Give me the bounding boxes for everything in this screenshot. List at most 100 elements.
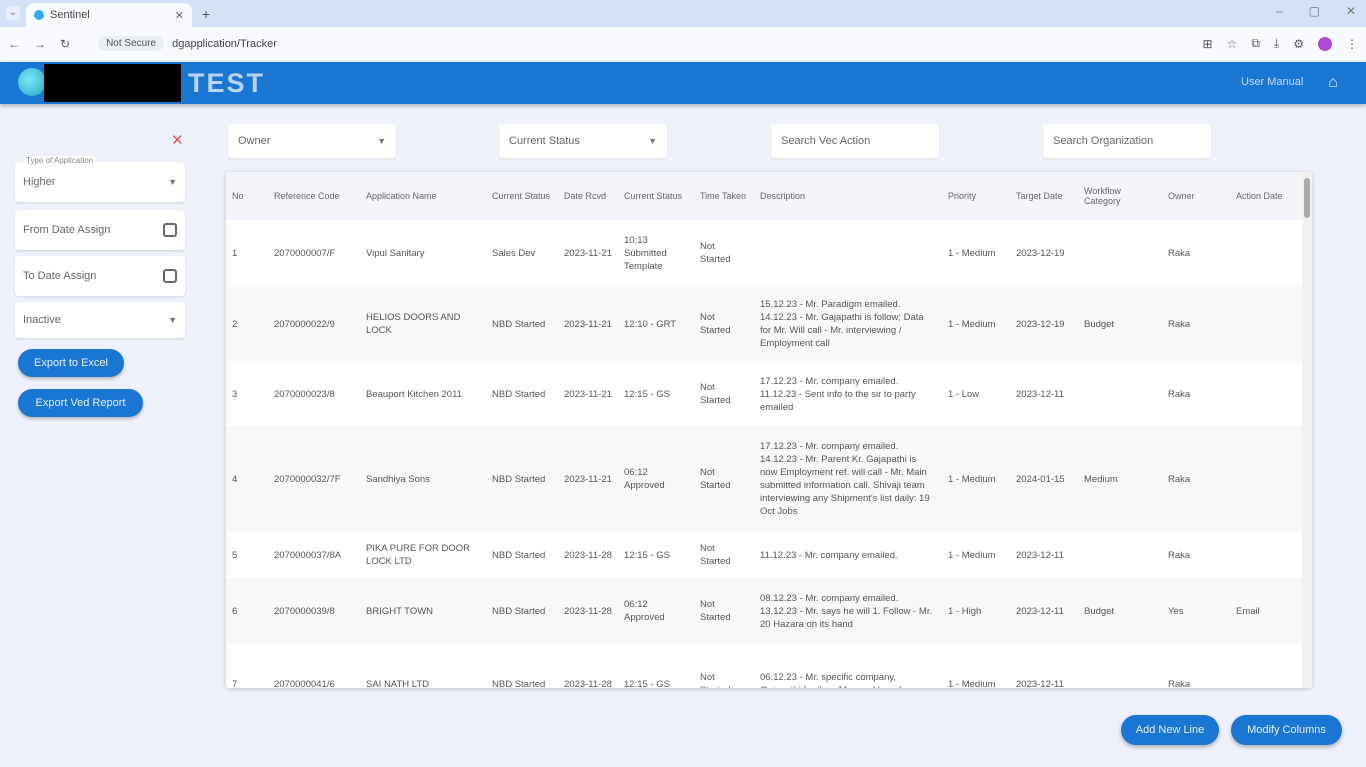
translate-icon[interactable]: ⊞ [1203,37,1213,51]
reload-icon[interactable]: ↻ [60,37,70,51]
col-header[interactable]: Target Date [1010,172,1078,220]
forward-icon[interactable]: → [34,37,46,51]
table-cell-rcvd: 2023-11-21 [564,473,612,485]
col-header[interactable]: Current Status [618,172,694,220]
table-cell-priority: 1 - Medium [948,318,996,330]
home-icon[interactable]: ⌂ [1324,74,1342,92]
table-body: 1 2070000007/F Vipul Sanitary Sales Dev 2023… [226,220,1302,688]
table-cell-name: Vipul Sanitary [366,247,425,259]
table-row[interactable]: 5 2070000037/8A PIKA PURE FOR DOOR LOCK LT… [226,532,1302,578]
table-cell-name: Beauport Kitchen 2011 [366,388,462,400]
add-line-button[interactable]: Add New Line [1121,715,1219,745]
table-cell-time: Not Started [700,672,731,688]
table-cell-no: 5 [232,549,238,561]
to-date-label: To Date Assign [23,270,97,282]
maximize-button[interactable]: ▢ [1309,4,1320,18]
table-cell-owner: Raka [1168,318,1191,330]
data-table: No Reference Code Application Name Curre… [226,172,1312,688]
table-cell-name: Sandhiya Sons [366,473,430,485]
scrollbar-thumb[interactable] [1304,178,1310,218]
table-cell-adate [1230,362,1302,426]
col-header[interactable]: Priority [942,172,1010,220]
table-row[interactable]: 7 2070000041/6 SAI NATH LTD NBD Started 2023… [226,644,1302,688]
action-search-input[interactable]: Search Vec Action [771,124,939,158]
table-cell-owner: Raka [1168,678,1191,689]
security-chip[interactable]: Not Secure [98,36,165,51]
table-cell-no: 7 [232,678,238,689]
col-header[interactable]: Current Status [486,172,558,220]
back-icon[interactable]: ← [8,37,20,51]
extensions-icon[interactable]: ⧉ [1251,36,1260,51]
table-row[interactable]: 4 2070000032/7F Sandhiya Sons NBD Started 20… [226,426,1302,532]
table-cell-wf: Budget [1084,605,1115,617]
col-header[interactable]: Description [754,172,942,220]
table-cell-wf [1078,362,1162,426]
export-excel-button[interactable]: Export to Excel [18,349,124,377]
browser-tab[interactable]: Sentinel ✕ [26,3,192,27]
table-cell-adate [1230,532,1302,578]
table-cell-time: Not Started [700,312,731,336]
table-cell-rcvd: 2023-11-28 [564,678,612,689]
table-cell-ref: 2070000041/6 [274,678,335,689]
table-row[interactable]: 2 2070000022/9 HELIOS DOORS AND LOCK NBD St… [226,286,1302,362]
table-scrollbar[interactable] [1302,172,1312,688]
col-header[interactable]: Time Taken [694,172,754,220]
new-tab-icon[interactable]: + [197,5,215,23]
table-cell-due: 2023-12-19 [1016,247,1065,259]
bookmark-icon[interactable]: ☆ [1227,37,1238,51]
table-cell-due: 2023-12-11 [1016,549,1064,561]
col-header[interactable]: Workflow Category [1078,172,1162,220]
to-date-field[interactable]: To Date Assign [15,256,185,296]
table-row[interactable]: 3 2070000023/8 Beauport Kitchen 2011 NBD St… [226,362,1302,426]
profile-avatar[interactable] [1318,36,1332,51]
table-cell-priority: 1 - Medium [948,549,996,561]
status-select[interactable]: Inactive ▼ [15,302,185,338]
tab-search-icon[interactable]: ⌄ [6,6,20,20]
col-header[interactable]: Reference Code [268,172,360,220]
table-cell-time: Not Started [700,467,731,491]
col-header[interactable]: Action Date [1230,172,1302,220]
minimize-button[interactable]: – [1276,4,1283,18]
user-manual-link[interactable]: User Manual [1241,76,1303,88]
owner-filter[interactable]: Owner ▼ [228,124,396,158]
address-bar[interactable]: Not Secure dgapplication/Tracker [90,32,1090,56]
application-type-select[interactable]: Higher ▼ [15,162,185,202]
app-logo [18,68,46,96]
from-date-field[interactable]: From Date Assign [15,210,185,250]
settings-icon[interactable]: ⚙ [1293,37,1304,51]
organization-search-input[interactable]: Search Organization [1043,124,1211,158]
table-cell-priority: 1 - High [948,605,982,617]
calendar-icon[interactable] [163,269,177,283]
calendar-icon[interactable] [163,223,177,237]
table-cell-wf [1078,532,1162,578]
app-header: TEST User Manual ⌂ [0,62,1366,104]
modify-columns-button[interactable]: Modify Columns [1231,715,1342,745]
export-report-button[interactable]: Export Ved Report [18,389,143,417]
col-header[interactable]: No [226,172,268,220]
col-header[interactable]: Owner [1162,172,1230,220]
table-cell-cstat: 12:15 - GS [624,678,670,689]
table-cell-due: 2023-12-11 [1016,678,1064,689]
menu-icon[interactable]: ⋮ [1346,37,1358,51]
table-row[interactable]: 1 2070000007/F Vipul Sanitary Sales Dev 2023… [226,220,1302,286]
table-cell-rcvd: 2023-11-28 [564,605,612,617]
table-row[interactable]: 6 2070000039/8 BRIGHT TOWN NBD Started 2023-… [226,578,1302,644]
col-header[interactable]: Application Name [360,172,486,220]
table-cell-name: HELIOS DOORS AND LOCK [366,312,461,336]
table-cell-rcvd: 2023-11-21 [564,318,612,330]
close-icon[interactable]: ✕ [171,131,184,149]
table-header-row: No Reference Code Application Name Curre… [226,172,1302,220]
table-cell-desc: 06.12.23 - Mr. specific company, Gajapat… [760,672,902,688]
tab-close-icon[interactable]: ✕ [175,9,184,22]
table-cell-no: 3 [232,388,238,400]
status-filter[interactable]: Current Status ▼ [499,124,667,158]
window-controls: – ▢ ✕ [1276,4,1356,18]
table-cell-cstat: 06:12 Approved [624,599,665,623]
table-cell-wf [1078,220,1162,286]
table-cell-rcvd: 2023-11-21 [564,247,612,259]
close-window-button[interactable]: ✕ [1346,4,1356,18]
table-cell-rcvd: 2023-11-21 [564,388,612,400]
col-header[interactable]: Date Rcvd [558,172,618,220]
address-text: dgapplication/Tracker [172,37,277,50]
download-icon[interactable]: ⤓ [1274,36,1279,51]
